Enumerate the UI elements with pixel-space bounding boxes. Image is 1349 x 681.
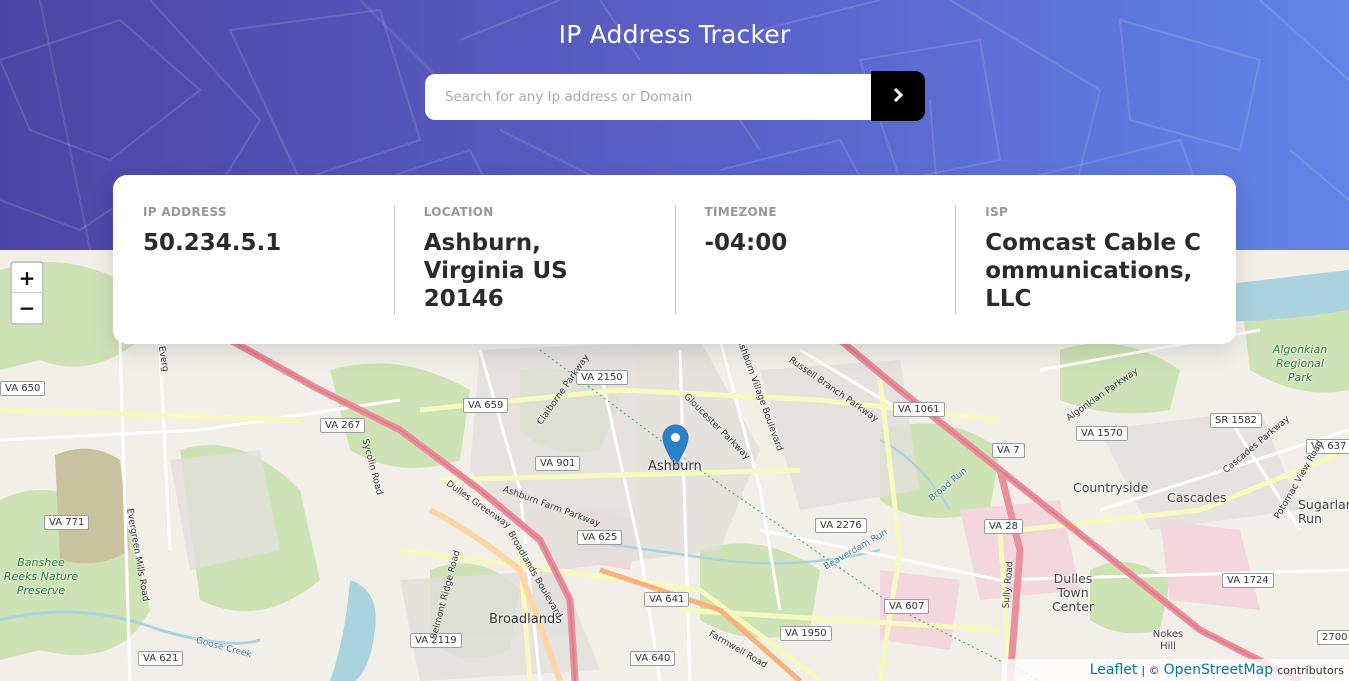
attribution-suffix: contributors xyxy=(1277,663,1344,677)
zoom-control: + − xyxy=(10,261,44,325)
road-shield: VA 607 xyxy=(884,599,930,614)
search-form xyxy=(425,71,925,121)
road-shield: VA 1950 xyxy=(780,626,832,641)
road-shield: VA 640 xyxy=(630,651,676,666)
road-shield: VA 625 xyxy=(577,530,623,545)
road-shield: VA 267 xyxy=(320,418,366,433)
road-shield: VA 771 xyxy=(44,515,90,530)
chevron-right-icon xyxy=(893,87,904,105)
timezone-value: -04:00 xyxy=(704,230,788,256)
timezone-section: TIMEZONE -04:00 xyxy=(674,205,956,314)
osm-link[interactable]: OpenStreetMap xyxy=(1164,662,1273,678)
leaflet-link[interactable]: Leaflet xyxy=(1090,662,1138,678)
road-shield: VA 1570 xyxy=(1076,426,1128,441)
timezone-label: TIMEZONE xyxy=(704,205,777,219)
road-shield: VA 621 xyxy=(138,651,184,666)
road-shield: VA 650 xyxy=(0,381,46,396)
road-shield: VA 7 xyxy=(992,443,1025,458)
isp-section: ISP Comcast Cable Communications, LLC xyxy=(955,205,1236,314)
map-park: Algonkian Regional Park xyxy=(1272,343,1328,384)
zoom-out-button[interactable]: − xyxy=(12,293,42,323)
ip-info-card: IP ADDRESS 50.234.5.1 LOCATION Ashburn, … xyxy=(113,175,1236,344)
road-shield: VA 641 xyxy=(644,592,690,607)
search-submit-button[interactable] xyxy=(871,71,925,121)
location-section: LOCATION Ashburn, Virginia US 20146 xyxy=(393,205,675,314)
search-input[interactable] xyxy=(425,74,871,120)
road-shield: VA 1724 xyxy=(1222,573,1274,588)
map-place: Cascades xyxy=(1167,490,1227,505)
road-shield: VA 2276 xyxy=(815,518,867,533)
map-place: Sugarland Run xyxy=(1298,497,1349,526)
road-shield: VA 28 xyxy=(984,519,1023,534)
road-shield: VA 659 xyxy=(463,398,509,413)
road-shield: VA 1061 xyxy=(893,402,945,417)
road-shield: VA 901 xyxy=(535,456,581,471)
ip-address-section: IP ADDRESS 50.234.5.1 xyxy=(113,205,394,314)
location-value: Ashburn, Virginia US 20146 xyxy=(423,230,568,312)
isp-label: ISP xyxy=(985,205,1009,219)
attribution-separator: | © xyxy=(1141,663,1160,677)
map-place: Countryside xyxy=(1073,480,1149,495)
map-place: Nokes Hill xyxy=(1152,629,1184,652)
road-shield: SR 1582 xyxy=(1210,413,1262,428)
ip-address-label: IP ADDRESS xyxy=(143,205,227,219)
page-title: IP Address Tracker xyxy=(558,20,791,49)
map-attribution: Leaflet | © OpenStreetMap contributors xyxy=(1001,659,1349,681)
map-place: Dulles Town Center xyxy=(1051,571,1095,614)
isp-value: Comcast Cable Communications, LLC xyxy=(985,230,1201,312)
ip-address-value: 50.234.5.1 xyxy=(143,230,282,256)
location-label: LOCATION xyxy=(423,205,494,219)
road-shield: VA 2150 xyxy=(576,370,628,385)
map-park: Banshee Reeks Nature Preserve xyxy=(3,556,79,597)
map-place-marker: Ashburn xyxy=(648,459,702,474)
zoom-in-button[interactable]: + xyxy=(12,263,42,293)
road-shield: 2700 xyxy=(1317,630,1349,645)
